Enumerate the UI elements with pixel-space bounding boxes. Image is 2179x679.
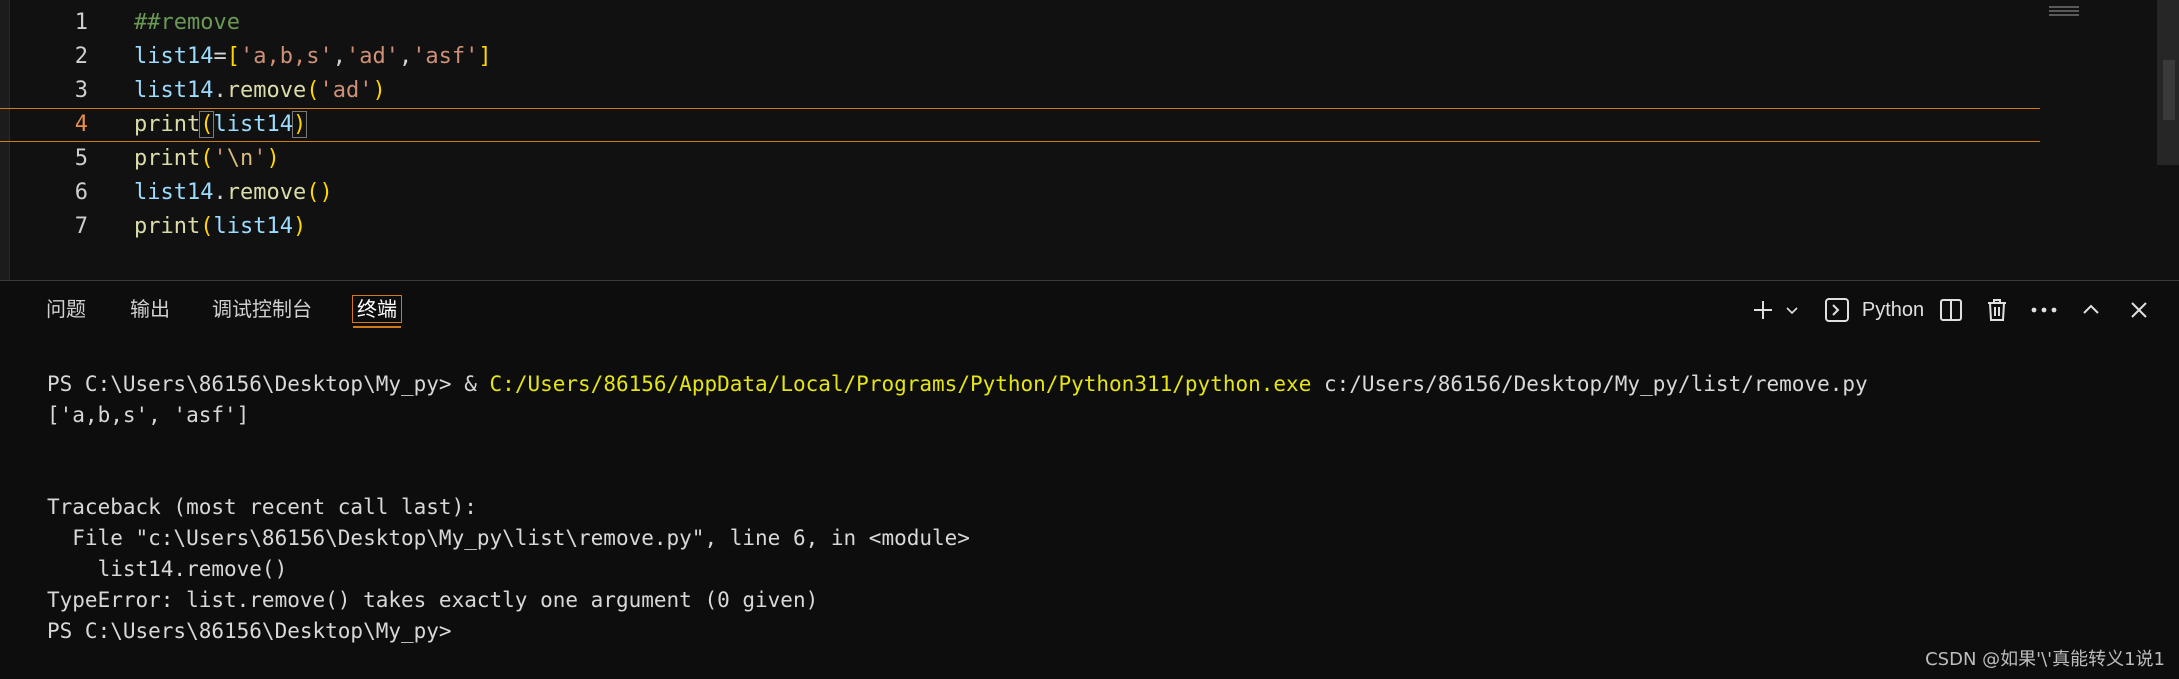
line-number: 4	[74, 112, 88, 137]
code-token: list14	[134, 180, 214, 205]
code-token: .	[213, 78, 227, 103]
line-number: 5	[74, 146, 88, 171]
code-token: ##remove	[134, 10, 240, 35]
line-number: 2	[74, 44, 88, 69]
minimap[interactable]	[2049, 6, 2079, 20]
plus-icon[interactable]	[1748, 295, 1778, 325]
code-line[interactable]: 6 list14.remove()	[0, 176, 2040, 210]
terminal-amp: &	[464, 372, 490, 396]
code-token: )	[292, 214, 307, 239]
line-code: list14.remove('ad')	[134, 74, 386, 108]
tab-problems[interactable]: 问题	[42, 295, 90, 323]
code-token: .	[213, 180, 227, 205]
code-token: (	[200, 146, 214, 171]
code-token: remove	[226, 180, 307, 205]
tab-output[interactable]: 输出	[126, 295, 174, 323]
code-token: =	[213, 44, 227, 69]
scrollbar-thumb[interactable]	[2163, 60, 2175, 120]
code-token: list14	[134, 44, 214, 69]
code-token: '	[253, 146, 267, 171]
code-line[interactable]: 5 print('\n')	[0, 142, 2040, 176]
code-token: )	[372, 78, 386, 103]
tab-terminal[interactable]: 终端	[352, 295, 402, 328]
code-line[interactable]: 2 list14=['a,b,s','ad','asf']	[0, 40, 2040, 74]
code-line[interactable]: 4 print(list14)	[0, 108, 2040, 142]
line-number: 1	[74, 10, 88, 35]
traceback-header: Traceback (most recent call last):	[47, 495, 477, 519]
code-token: print	[134, 146, 201, 171]
chevron-up-icon[interactable]	[2076, 295, 2106, 325]
code-token: (	[306, 78, 320, 103]
trash-icon[interactable]	[1982, 295, 2012, 325]
error-message: TypeError: list.remove() takes exactly o…	[47, 588, 819, 612]
shell-label[interactable]: Python	[1858, 295, 1928, 325]
panel-tab-bar: 问题 输出 调试控制台 终端 Python	[0, 280, 2179, 337]
line-code: ##remove	[134, 6, 240, 40]
terminal-prompt-current: PS C:\Users\86156\Desktop\My_py>	[47, 619, 452, 643]
line-code: list14=['a,b,s','ad','asf']	[134, 40, 492, 74]
ellipsis-icon[interactable]	[2028, 295, 2060, 325]
code-line[interactable]: 1 ##remove	[0, 6, 2040, 40]
code-token: '	[213, 146, 227, 171]
code-token: \n	[226, 146, 254, 171]
code-token: )	[291, 111, 308, 138]
code-token: 'ad'	[319, 78, 373, 103]
terminal-output-line: ['a,b,s', 'asf']	[47, 403, 250, 427]
line-code: print(list14)	[134, 109, 308, 141]
close-icon[interactable]	[2124, 295, 2154, 325]
code-line[interactable]: 3 list14.remove('ad')	[0, 74, 2040, 108]
code-token: print	[134, 112, 201, 137]
code-token: (	[200, 214, 214, 239]
code-token: list14	[134, 78, 214, 103]
line-number: 7	[74, 214, 88, 239]
code-token: ,	[332, 44, 346, 69]
code-editor[interactable]: 1 ##remove 2 list14=['a,b,s','ad','asf'] 3 li…	[0, 0, 2179, 280]
code-token: [	[226, 44, 240, 69]
terminal-output[interactable]: PS C:\Users\86156\Desktop\My_py> & C:/Us…	[0, 336, 2179, 679]
tab-debug-console[interactable]: 调试控制台	[208, 295, 316, 323]
terminal-prompt: PS C:\Users\86156\Desktop\My_py>	[47, 372, 465, 396]
line-number: 3	[74, 78, 88, 103]
line-number: 6	[74, 180, 88, 205]
code-token: remove	[226, 78, 307, 103]
code-token: list14	[213, 112, 293, 137]
code-line[interactable]: 7 print(list14)	[0, 210, 2040, 244]
code-token: ()	[306, 180, 333, 205]
code-token: 'asf'	[412, 44, 479, 69]
code-token: print	[134, 214, 201, 239]
code-token: (	[199, 111, 215, 138]
code-token: 'ad'	[345, 44, 399, 69]
code-token: ]	[478, 44, 492, 69]
code-token: list14	[213, 214, 293, 239]
split-icon[interactable]	[1936, 295, 1966, 325]
csdn-watermark: CSDN @如果'\'真能转义1说1	[1925, 649, 2165, 670]
code-token: ,	[398, 44, 413, 69]
terminal-icon[interactable]	[1822, 295, 1852, 325]
line-code: print(list14)	[134, 210, 306, 244]
traceback-file-line[interactable]: File "c:\Users\86156\Desktop\My_py\list\…	[47, 523, 970, 554]
code-token: )	[266, 146, 280, 171]
editor-scrollbar[interactable]	[2157, 0, 2179, 165]
terminal-command-line: PS C:\Users\86156\Desktop\My_py> & C:/Us…	[47, 369, 1868, 400]
code-token: 'a,b,s'	[239, 44, 333, 69]
traceback-code-line: list14.remove()	[47, 557, 288, 581]
line-code: print('\n')	[134, 142, 280, 176]
line-code: list14.remove()	[134, 176, 333, 210]
chevron-down-icon[interactable]	[1780, 295, 1804, 325]
python-exe-path[interactable]: C:/Users/86156/AppData/Local/Programs/Py…	[490, 372, 1312, 396]
script-path-arg[interactable]: c:/Users/86156/Desktop/My_py/list/remove…	[1311, 372, 1868, 396]
